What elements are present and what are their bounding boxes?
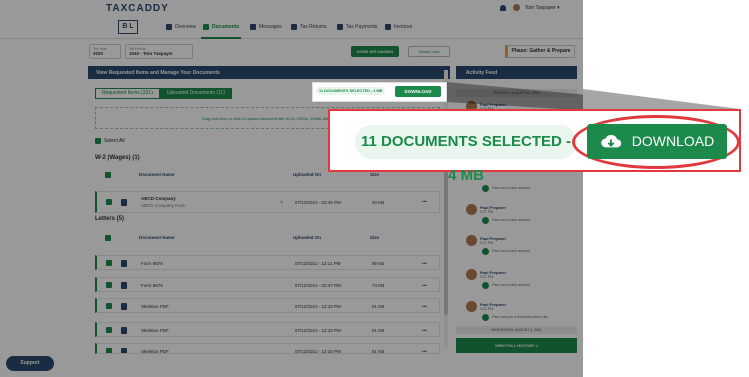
zoom-download-button[interactable]: DOWNLOAD xyxy=(587,124,727,159)
zoom-connector-right xyxy=(583,89,740,109)
zoom-callout: 11 DOCUMENTS SELECTED - 4 MB DOWNLOAD xyxy=(328,109,741,184)
cloud-download-icon xyxy=(600,134,621,147)
app-window: TAXCADDY Tom Taxpayer ▾ B L Overview Doc… xyxy=(0,0,749,377)
zoom-selected-count: 11 DOCUMENTS SELECTED - 4 MB xyxy=(355,125,577,184)
